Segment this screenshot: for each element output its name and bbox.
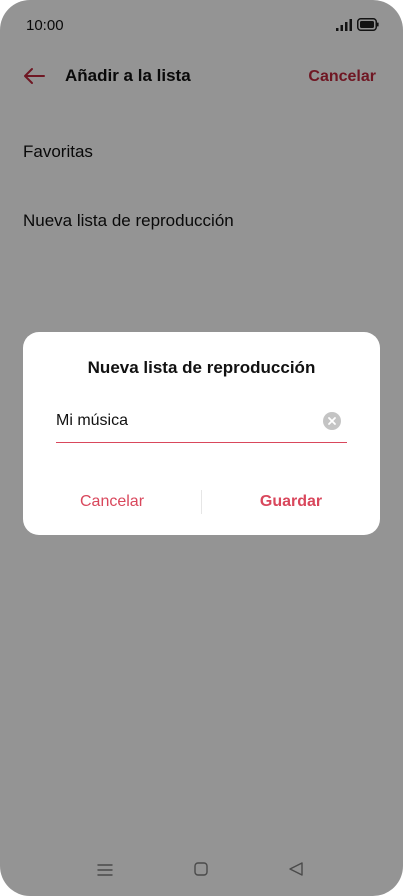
dialog-cancel-button[interactable]: Cancelar [23, 482, 201, 522]
menu-icon[interactable] [97, 862, 113, 878]
back-icon[interactable] [288, 861, 304, 877]
navigation-bar [0, 852, 403, 890]
dialog-save-button[interactable]: Guardar [202, 482, 380, 522]
new-playlist-dialog: Nueva lista de reproducción Mi música Ca… [23, 332, 380, 535]
playlist-name-input[interactable]: Mi música [56, 408, 347, 443]
dialog-title: Nueva lista de reproducción [87, 358, 316, 377]
home-icon[interactable] [194, 862, 208, 876]
clear-text-icon[interactable] [323, 412, 341, 430]
dialog-actions: Cancelar Guardar [23, 482, 380, 522]
playlist-name-value[interactable]: Mi música [56, 412, 128, 430]
phone-screen: 10:00 Añadir a la lista Cancelar Favorit… [0, 0, 403, 896]
